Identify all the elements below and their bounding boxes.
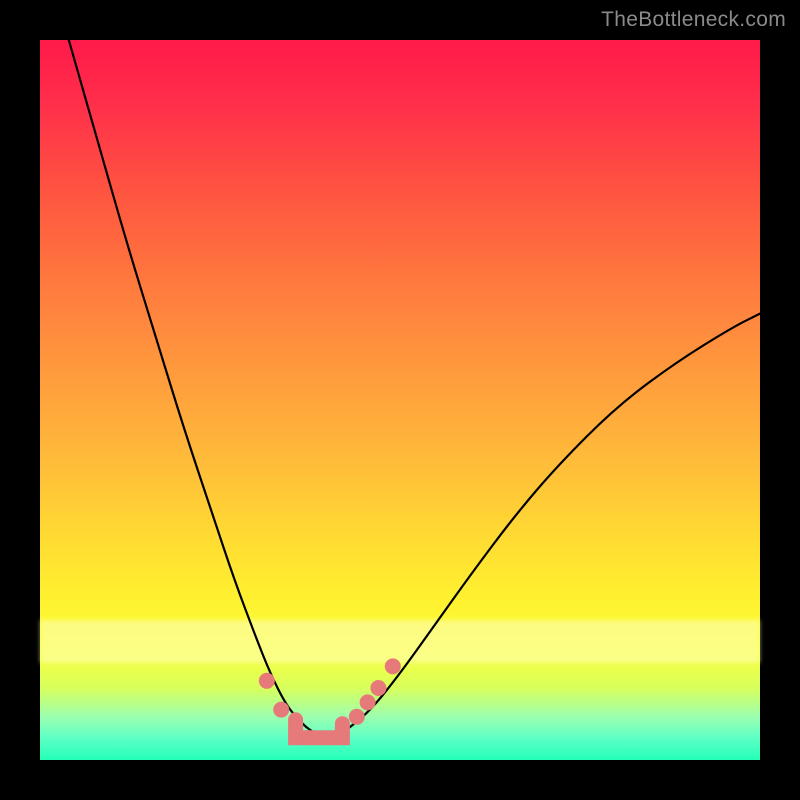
- dot-right-3: [370, 680, 386, 696]
- chart-frame: TheBottleneck.com: [0, 0, 800, 800]
- dot-right-2: [360, 694, 376, 710]
- bottleneck-curve: [69, 40, 760, 738]
- valley-highlight: [296, 720, 343, 738]
- chart-svg: [40, 40, 760, 760]
- dot-left-upper: [259, 673, 275, 689]
- plot-area: [40, 40, 760, 760]
- dot-left-lower: [273, 702, 289, 718]
- watermark-text: TheBottleneck.com: [601, 8, 786, 32]
- dot-right-1: [349, 709, 365, 725]
- dot-right-upper: [385, 658, 401, 674]
